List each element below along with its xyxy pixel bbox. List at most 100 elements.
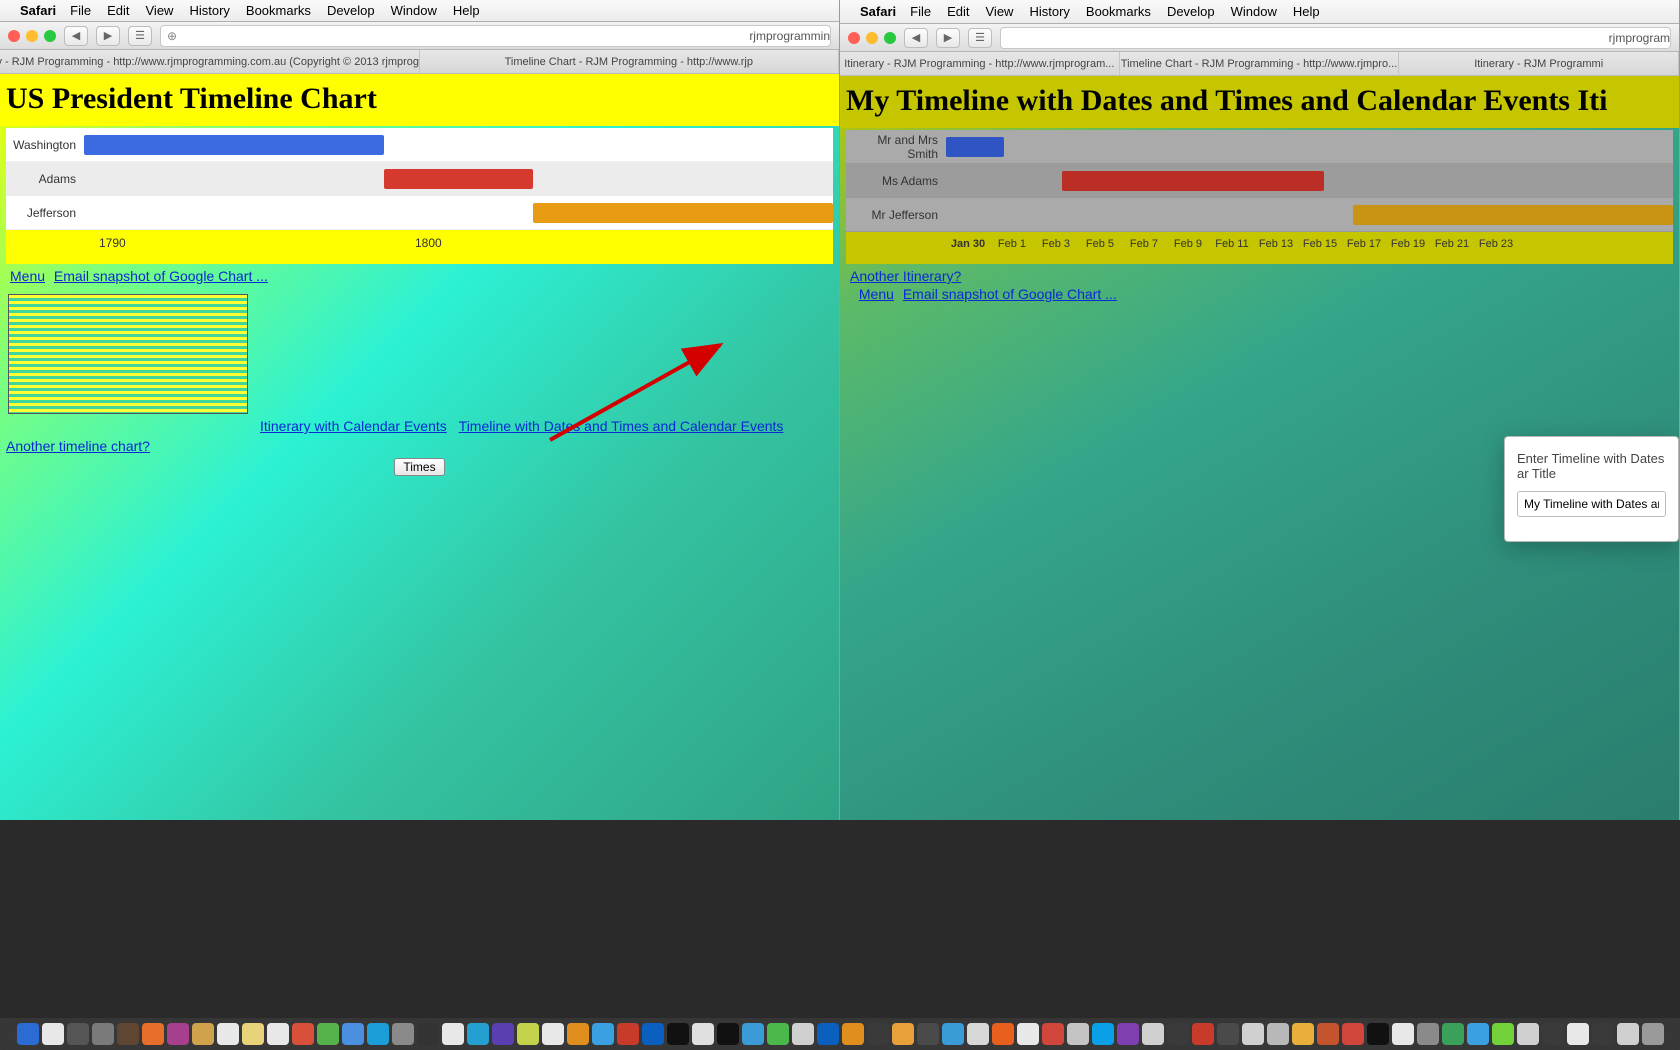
dock[interactable] (0, 1018, 1680, 1050)
forward-button[interactable]: ▶ (96, 26, 120, 46)
dock-app-icon[interactable] (667, 1023, 689, 1045)
dock-app-icon[interactable] (1017, 1023, 1039, 1045)
dock-app-icon[interactable] (1342, 1023, 1364, 1045)
dock-app-icon[interactable] (842, 1023, 864, 1045)
dock-app-icon[interactable] (767, 1023, 789, 1045)
dock-app-icon[interactable] (17, 1023, 39, 1045)
menu-link[interactable]: Menu (859, 286, 894, 302)
another-itinerary-link[interactable]: Another Itinerary? (850, 268, 961, 284)
times-button[interactable]: Times (394, 458, 444, 476)
dock-app-icon[interactable] (967, 1023, 989, 1045)
dock-app-icon[interactable] (467, 1023, 489, 1045)
menu-view[interactable]: View (986, 4, 1014, 19)
dock-app-icon[interactable] (1117, 1023, 1139, 1045)
dock-app-icon[interactable] (67, 1023, 89, 1045)
itinerary-link[interactable]: Itinerary with Calendar Events (260, 418, 447, 434)
email-link[interactable]: Email snapshot of Google Chart ... (54, 268, 268, 284)
dock-app-icon[interactable] (1242, 1023, 1264, 1045)
minimize-icon[interactable] (26, 30, 38, 42)
zoom-icon[interactable] (44, 30, 56, 42)
menu-bookmarks[interactable]: Bookmarks (246, 3, 311, 18)
dock-app-icon[interactable] (1267, 1023, 1289, 1045)
dock-app-icon[interactable] (1392, 1023, 1414, 1045)
back-button[interactable]: ◀ (904, 28, 928, 48)
menu-history[interactable]: History (189, 3, 229, 18)
menu-bookmarks[interactable]: Bookmarks (1086, 4, 1151, 19)
dock-app-icon[interactable] (617, 1023, 639, 1045)
dock-app-icon[interactable] (167, 1023, 189, 1045)
dock-app-icon[interactable] (1217, 1023, 1239, 1045)
dock-app-icon[interactable] (1042, 1023, 1064, 1045)
url-bar[interactable]: ⊕ rjmprogrammin (160, 25, 831, 47)
dock-app-icon[interactable] (1417, 1023, 1439, 1045)
dock-app-icon[interactable] (717, 1023, 739, 1045)
dock-app-icon[interactable] (1617, 1023, 1639, 1045)
dock-app-icon[interactable] (742, 1023, 764, 1045)
dock-app-icon[interactable] (367, 1023, 389, 1045)
minimize-icon[interactable] (866, 32, 878, 44)
dock-app-icon[interactable] (1292, 1023, 1314, 1045)
back-button[interactable]: ◀ (64, 26, 88, 46)
timeline-bar[interactable] (533, 203, 833, 223)
menu-history[interactable]: History (1029, 4, 1069, 19)
dock-app-icon[interactable] (192, 1023, 214, 1045)
dock-app-icon[interactable] (1142, 1023, 1164, 1045)
url-bar[interactable]: rjmprogram (1000, 27, 1671, 49)
timeline-bar[interactable] (1353, 205, 1673, 225)
sidebar-button[interactable]: ☰ (128, 26, 152, 46)
menu-develop[interactable]: Develop (1167, 4, 1215, 19)
dock-app-icon[interactable] (1317, 1023, 1339, 1045)
timeline-bar[interactable] (84, 135, 384, 155)
menu-window[interactable]: Window (391, 3, 437, 18)
add-icon[interactable]: ⊕ (167, 29, 177, 43)
dock-app-icon[interactable] (792, 1023, 814, 1045)
tab-2[interactable]: Timeline Chart - RJM Programming - http:… (420, 50, 840, 73)
dock-app-icon[interactable] (42, 1023, 64, 1045)
dock-app-icon[interactable] (442, 1023, 464, 1045)
dock-app-icon[interactable] (1367, 1023, 1389, 1045)
menu-window[interactable]: Window (1231, 4, 1277, 19)
menu-edit[interactable]: Edit (947, 4, 969, 19)
dock-app-icon[interactable] (342, 1023, 364, 1045)
app-name[interactable]: Safari (20, 3, 56, 18)
tab-1[interactable]: Itinerary - RJM Programming - http://www… (0, 50, 420, 73)
dock-app-icon[interactable] (817, 1023, 839, 1045)
dock-app-icon[interactable] (142, 1023, 164, 1045)
timeline-bar[interactable] (384, 169, 534, 189)
dock-app-icon[interactable] (267, 1023, 289, 1045)
dock-app-icon[interactable] (1542, 1023, 1564, 1045)
dock-app-icon[interactable] (217, 1023, 239, 1045)
timeline-bar[interactable] (1062, 171, 1324, 191)
dock-app-icon[interactable] (892, 1023, 914, 1045)
dock-app-icon[interactable] (992, 1023, 1014, 1045)
dock-app-icon[interactable] (542, 1023, 564, 1045)
dock-app-icon[interactable] (242, 1023, 264, 1045)
dock-app-icon[interactable] (642, 1023, 664, 1045)
dock-app-icon[interactable] (1642, 1023, 1664, 1045)
dock-app-icon[interactable] (917, 1023, 939, 1045)
menu-file[interactable]: File (70, 3, 91, 18)
prompt-input[interactable] (1517, 491, 1666, 517)
dock-app-icon[interactable] (1592, 1023, 1614, 1045)
email-link[interactable]: Email snapshot of Google Chart ... (903, 286, 1117, 302)
dock-app-icon[interactable] (1567, 1023, 1589, 1045)
timeline-link[interactable]: Timeline with Dates and Times and Calend… (459, 418, 784, 434)
dock-app-icon[interactable] (1092, 1023, 1114, 1045)
dock-app-icon[interactable] (1492, 1023, 1514, 1045)
dock-app-icon[interactable] (692, 1023, 714, 1045)
dock-app-icon[interactable] (1067, 1023, 1089, 1045)
dock-app-icon[interactable] (317, 1023, 339, 1045)
tab-1[interactable]: Itinerary - RJM Programming - http://www… (840, 52, 1120, 75)
menu-file[interactable]: File (910, 4, 931, 19)
menu-help[interactable]: Help (453, 3, 480, 18)
sidebar-button[interactable]: ☰ (968, 28, 992, 48)
tab-3[interactable]: Itinerary - RJM Programmi (1399, 52, 1679, 75)
zoom-icon[interactable] (884, 32, 896, 44)
dock-app-icon[interactable] (1167, 1023, 1189, 1045)
dock-app-icon[interactable] (592, 1023, 614, 1045)
dock-app-icon[interactable] (417, 1023, 439, 1045)
forward-button[interactable]: ▶ (936, 28, 960, 48)
dock-app-icon[interactable] (1192, 1023, 1214, 1045)
dock-app-icon[interactable] (1442, 1023, 1464, 1045)
close-icon[interactable] (848, 32, 860, 44)
